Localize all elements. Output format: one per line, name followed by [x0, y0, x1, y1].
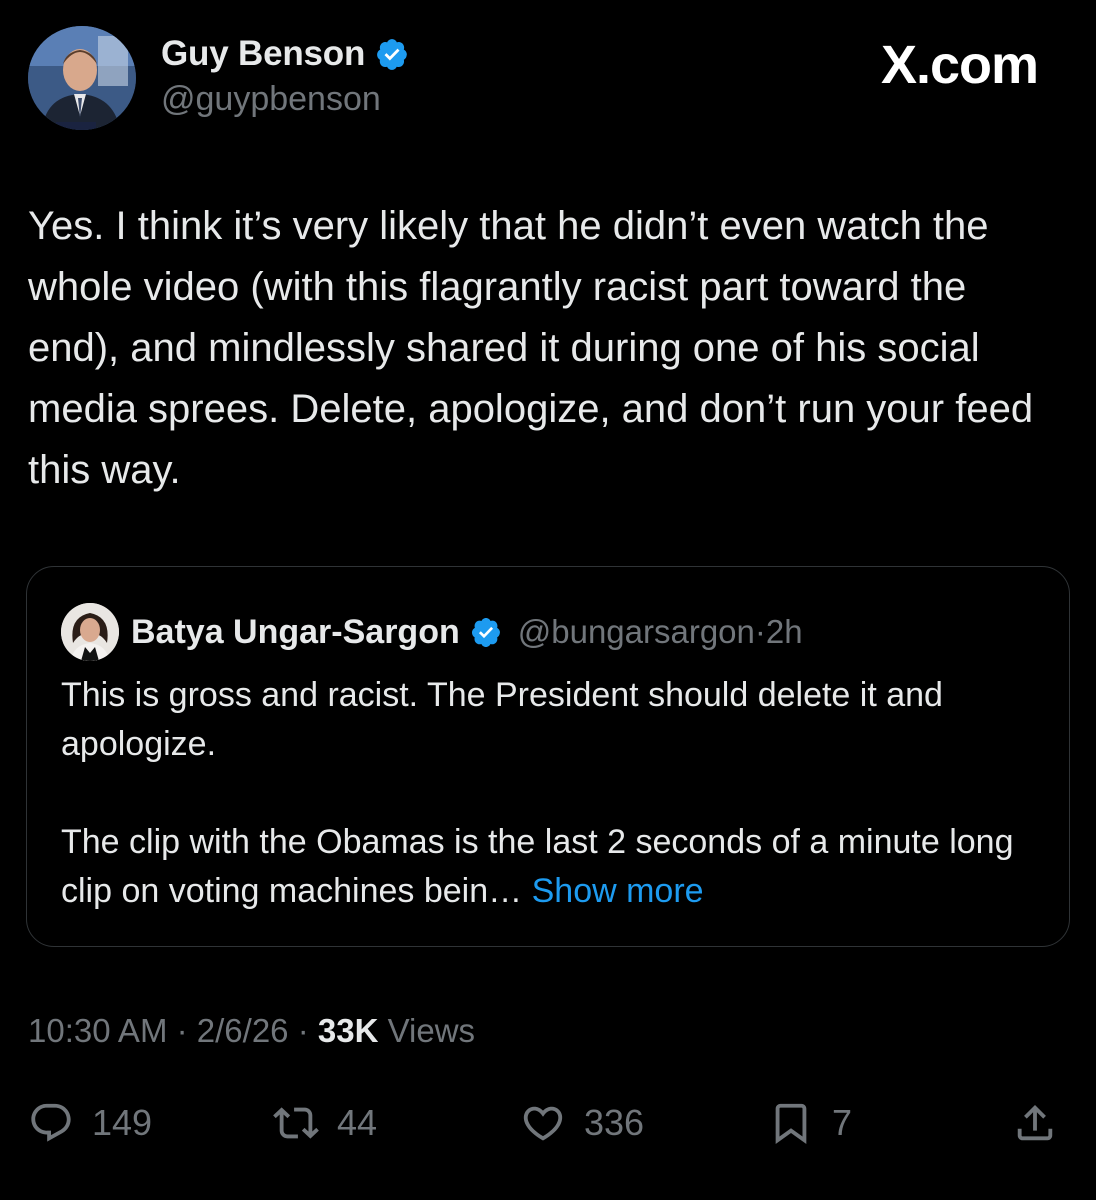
like-icon [523, 1106, 563, 1141]
author-handle[interactable]: @guypbenson [161, 80, 409, 119]
bookmark-button[interactable]: 7 [768, 1100, 852, 1146]
verified-badge-icon [377, 39, 408, 70]
quoted-tweet-header: Batya Ungar-Sargon @bungarsargon·2h [61, 603, 803, 661]
repost-button[interactable]: 44 [273, 1100, 377, 1146]
repost-icon [273, 1107, 319, 1139]
author-name[interactable]: Guy Benson [161, 34, 365, 74]
repost-count: 44 [337, 1102, 378, 1143]
views-count: 33K [317, 1012, 379, 1049]
separator-dot: · [176, 1012, 188, 1049]
quoted-author-avatar-image [61, 603, 119, 661]
quoted-tweet[interactable]: Batya Ungar-Sargon @bungarsargon·2h This… [26, 566, 1070, 947]
reply-button[interactable]: 149 [28, 1100, 152, 1146]
quoted-author-handle[interactable]: @bungarsargon·2h [518, 613, 803, 651]
tweet-text: Yes. I think it’s very likely that he di… [28, 204, 1034, 492]
quoted-author-avatar[interactable] [61, 603, 119, 661]
quoted-tweet-time: 2h [765, 613, 803, 650]
reply-icon [31, 1103, 71, 1142]
like-button[interactable]: 336 [520, 1100, 644, 1146]
separator-dot: · [754, 613, 766, 650]
share-icon [1017, 1104, 1053, 1141]
like-count: 336 [584, 1102, 645, 1143]
bookmark-icon [775, 1103, 807, 1144]
tweet-time[interactable]: 10:30 AM [28, 1012, 167, 1049]
author-avatar-image [28, 26, 136, 130]
separator-dot: · [297, 1012, 309, 1049]
tweet-header: Guy Benson @guypbenson X.com [28, 26, 1068, 130]
brand-logo: X.com [880, 35, 1039, 95]
tweet-meta: 10:30 AM · 2/6/26 · 33K Views [28, 1012, 475, 1050]
reply-count: 149 [92, 1102, 153, 1143]
verified-badge-icon [471, 618, 500, 647]
tweet-date[interactable]: 2/6/26 [197, 1012, 289, 1049]
share-button[interactable] [1012, 1100, 1076, 1146]
show-more-link[interactable]: Show more [532, 872, 704, 910]
quoted-paragraph-2: The clip with the Obamas is the last 2 s… [61, 823, 1014, 910]
author-avatar[interactable] [28, 26, 136, 130]
views-label: Views [387, 1012, 476, 1049]
bookmark-count: 7 [832, 1102, 853, 1143]
action-bar: 149 44 336 7 [28, 1100, 1068, 1160]
quoted-author-name[interactable]: Batya Ungar-Sargon [131, 613, 460, 652]
quoted-tweet-text: This is gross and racist. The President … [61, 671, 1041, 916]
quoted-paragraph-1: This is gross and racist. The President … [61, 676, 943, 763]
